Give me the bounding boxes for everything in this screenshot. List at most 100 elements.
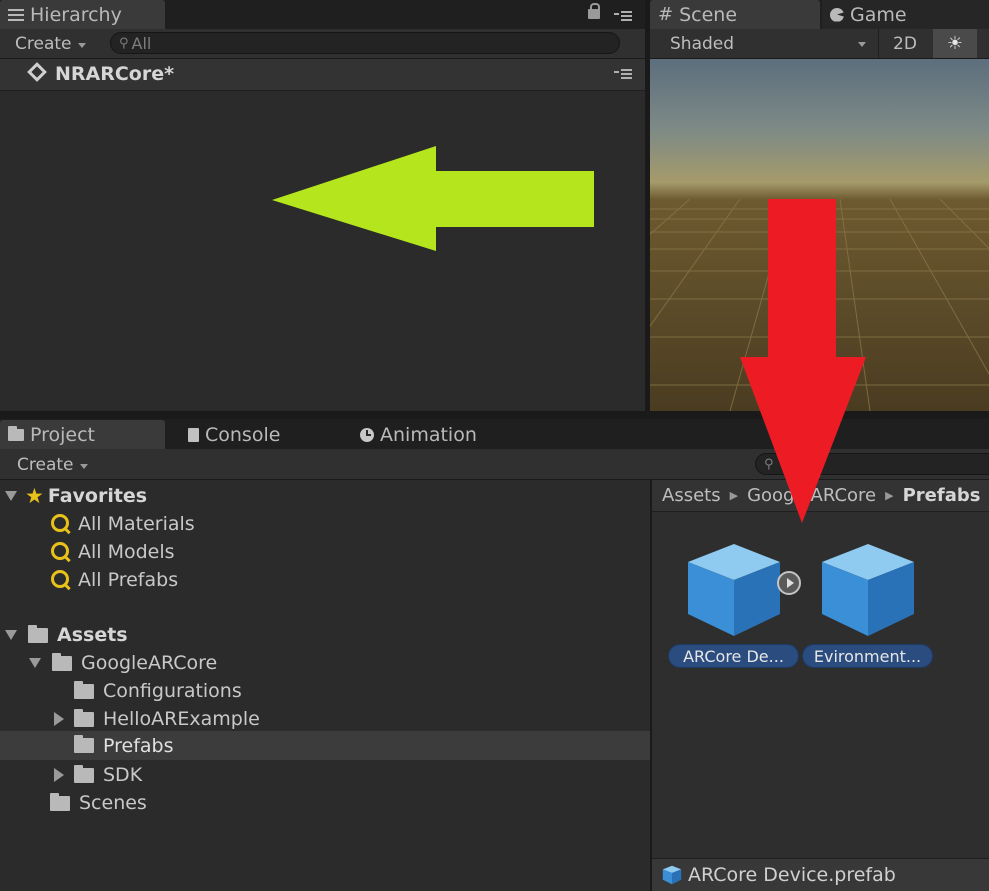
scene-menu-icon[interactable] bbox=[614, 69, 632, 79]
tab-game-label: Game bbox=[850, 3, 907, 26]
shading-mode-dropdown[interactable]: Shaded bbox=[670, 34, 870, 54]
asset-label-arcore-device[interactable]: ARCore De... bbox=[668, 644, 799, 668]
unity-logo-icon bbox=[27, 62, 47, 82]
tab-scene-label: Scene bbox=[679, 3, 738, 26]
tree-item-googlearcore[interactable]: GoogleARCore bbox=[0, 649, 650, 677]
list-item-label: Configurations bbox=[103, 680, 242, 702]
list-item-label: Prefabs bbox=[103, 734, 174, 757]
asset-label-environment[interactable]: Evironment... bbox=[802, 644, 933, 668]
favorite-item-all-prefabs[interactable]: All Prefabs bbox=[0, 566, 650, 594]
folder-icon bbox=[74, 735, 94, 753]
tab-animation-label: Animation bbox=[380, 423, 477, 446]
folder-icon bbox=[52, 652, 72, 671]
assets-label: Assets bbox=[57, 624, 128, 646]
collapse-arrow-icon[interactable] bbox=[5, 491, 17, 501]
tree-item-sdk[interactable]: SDK bbox=[0, 761, 650, 789]
list-item-label: All Models bbox=[78, 541, 175, 563]
dropdown-arrow-icon bbox=[79, 463, 88, 469]
list-item-label: SDK bbox=[103, 764, 143, 786]
folder-icon bbox=[74, 764, 94, 783]
folder-icon bbox=[74, 708, 94, 727]
list-item-label: All Prefabs bbox=[78, 569, 179, 591]
selected-file-footer: ARCore Device.prefab bbox=[652, 858, 989, 891]
red-arrow-shape bbox=[740, 199, 866, 523]
favorites-label: Favorites bbox=[47, 485, 148, 507]
hierarchy-toolbar: Create ⚲ All bbox=[0, 29, 645, 59]
favorite-item-all-materials[interactable]: All Materials bbox=[0, 510, 650, 538]
toggle-2d-button[interactable]: 2D bbox=[878, 29, 931, 58]
star-icon: ★ bbox=[25, 484, 44, 508]
tab-scene[interactable]: # Scene bbox=[650, 0, 820, 29]
list-item-label: GoogleARCore bbox=[81, 652, 218, 674]
favorites-row[interactable]: ★ Favorites bbox=[0, 482, 650, 510]
dropdown-arrow-icon bbox=[858, 42, 866, 47]
list-item-label: Scenes bbox=[79, 792, 147, 814]
tab-console-label: Console bbox=[205, 423, 281, 446]
favorite-item-all-models[interactable]: All Models bbox=[0, 538, 650, 566]
prefab-cube-icon bbox=[688, 544, 780, 636]
tree-item-prefabs[interactable]: Prefabs bbox=[0, 731, 650, 760]
green-arrow-annotation bbox=[272, 146, 594, 251]
sun-icon: ☀ bbox=[946, 33, 964, 54]
panel-menu-icon[interactable] bbox=[614, 11, 632, 21]
tree-item-scenes[interactable]: Scenes bbox=[0, 789, 650, 817]
assets-row[interactable]: Assets bbox=[0, 621, 650, 649]
breadcrumb-item-current[interactable]: Prefabs bbox=[903, 485, 981, 506]
folder-icon bbox=[8, 425, 24, 441]
scene-header-row[interactable]: NRARCore* bbox=[0, 59, 645, 91]
expand-arrow-icon[interactable] bbox=[54, 712, 64, 726]
lock-icon[interactable] bbox=[588, 3, 600, 19]
tree-item-configurations[interactable]: Configurations bbox=[0, 677, 650, 705]
expand-prefab-button[interactable] bbox=[777, 571, 801, 595]
list-item-label: All Materials bbox=[78, 513, 195, 535]
tab-project-label: Project bbox=[30, 423, 96, 446]
tab-hierarchy[interactable]: Hierarchy bbox=[0, 0, 165, 29]
tab-project[interactable]: Project bbox=[0, 420, 165, 449]
tab-animation[interactable]: Animation bbox=[352, 420, 532, 449]
tab-hierarchy-label: Hierarchy bbox=[30, 3, 122, 26]
hierarchy-tabbar: Hierarchy bbox=[0, 0, 645, 29]
clock-icon bbox=[360, 427, 374, 442]
project-create-button[interactable]: Create bbox=[17, 455, 88, 475]
expand-arrow-icon[interactable] bbox=[54, 768, 64, 782]
tree-item-helloarexample[interactable]: HelloARExample bbox=[0, 705, 650, 733]
prefab-cube-icon bbox=[662, 865, 682, 885]
asset-browser: Assets ▶ GoogleARCore ▶ Prefabs ARCore D… bbox=[652, 480, 989, 891]
toggle-2d-label: 2D bbox=[893, 33, 917, 54]
shading-mode-label: Shaded bbox=[670, 34, 735, 54]
folder-icon bbox=[28, 624, 48, 643]
create-label: Create bbox=[17, 455, 74, 475]
red-arrow-annotation bbox=[740, 199, 866, 523]
tab-console[interactable]: Console bbox=[180, 420, 350, 449]
search-icon: ⚲ bbox=[119, 35, 129, 51]
hierarchy-search-input[interactable]: ⚲ All bbox=[110, 32, 620, 54]
folder-icon bbox=[50, 792, 70, 811]
scene-name: NRARCore* bbox=[55, 63, 175, 85]
list-item-label: HelloARExample bbox=[103, 708, 260, 730]
collapse-arrow-icon[interactable] bbox=[5, 630, 17, 640]
console-icon bbox=[188, 427, 199, 442]
pacman-icon bbox=[830, 7, 844, 22]
hierarchy-create-button[interactable]: Create bbox=[15, 34, 86, 54]
search-placeholder: All bbox=[131, 33, 152, 53]
collapse-arrow-icon[interactable] bbox=[29, 658, 41, 668]
search-icon bbox=[50, 541, 72, 563]
green-arrow-shape bbox=[272, 146, 594, 251]
lighting-toggle-button[interactable]: ☀ bbox=[933, 29, 977, 58]
list-icon bbox=[8, 8, 24, 21]
search-icon bbox=[50, 569, 72, 591]
project-tree: ★ Favorites All Materials All Models All… bbox=[0, 480, 650, 891]
grid-icon: # bbox=[658, 4, 674, 25]
chevron-right-icon: ▶ bbox=[729, 489, 739, 502]
play-icon bbox=[787, 578, 794, 588]
folder-icon bbox=[74, 680, 94, 699]
selected-file-name: ARCore Device.prefab bbox=[688, 864, 896, 886]
scene-tabbar: # Scene Game bbox=[650, 0, 989, 29]
search-icon bbox=[50, 513, 72, 535]
scene-toolbar: Shaded 2D ☀ bbox=[650, 29, 989, 59]
chevron-right-icon: ▶ bbox=[885, 489, 894, 502]
dropdown-arrow-icon bbox=[77, 42, 86, 48]
tab-game[interactable]: Game bbox=[822, 0, 989, 29]
prefab-cube-icon bbox=[822, 544, 914, 636]
breadcrumb-item[interactable]: Assets bbox=[662, 485, 721, 506]
